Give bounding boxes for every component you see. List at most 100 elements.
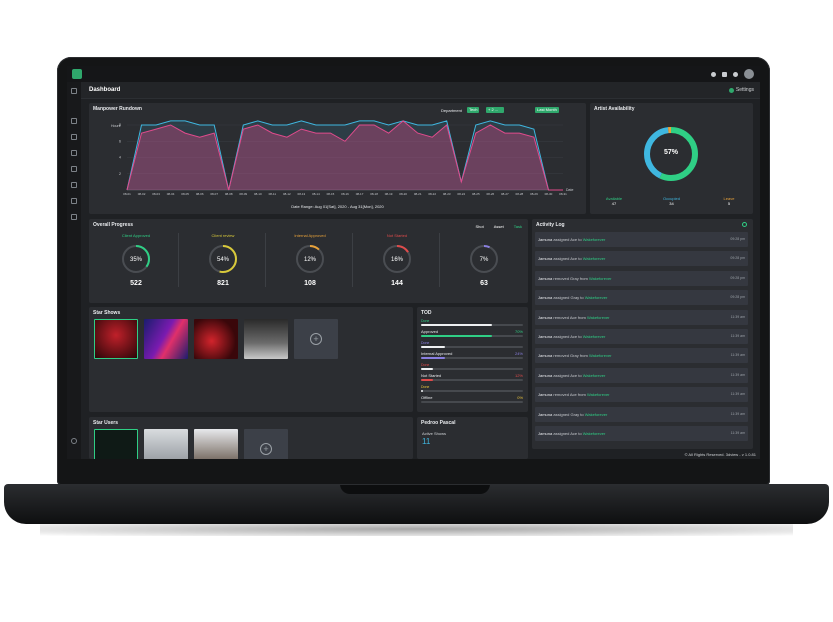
activity-log-text: Jamuna removed Gray from Wakeforever [538, 276, 612, 281]
log-target[interactable]: Wakeforever [589, 276, 612, 281]
log-target[interactable]: Wakeforever [589, 353, 612, 358]
log-action: assigned [553, 431, 570, 436]
top-bar-icons [711, 69, 754, 79]
show-thumbnail[interactable] [94, 319, 138, 359]
progress-item: Client Approved 35% 522 [93, 233, 179, 297]
log-item: Gray [570, 411, 580, 417]
activity-log-time: 11:39 am [730, 431, 745, 435]
tod-status-fill [421, 357, 446, 359]
activity-log-row[interactable]: Jamuna assigned Gray to Wakeforever 11:39… [535, 406, 748, 422]
date-range-button[interactable]: Last Month [535, 107, 559, 113]
log-action: assigned [553, 295, 570, 301]
show-thumbnail[interactable] [144, 319, 188, 359]
log-item: Gray [570, 295, 580, 301]
activity-log-row[interactable]: Jamuna assigned Ace to Wakeforever 09:28 … [535, 251, 748, 267]
settings-button[interactable]: Settings [728, 87, 754, 93]
home-icon[interactable] [71, 88, 77, 94]
y-tick-label: 2 [119, 172, 121, 176]
tab-shot[interactable]: Shot [476, 224, 484, 229]
x-tick-label: 08-09 [239, 192, 247, 196]
log-action: assigned [553, 237, 570, 242]
activity-log-row[interactable]: Jamuna removed Gray from Wakeforever 09:2… [535, 270, 748, 286]
stat-leave: Leave 5 [709, 196, 749, 206]
show-thumbnail[interactable] [244, 319, 288, 359]
x-tick-label: 08-31 [559, 192, 567, 196]
activity-log-row[interactable]: Jamuna assigned Ace to Wakeforever 11:39 … [535, 329, 748, 344]
filter-chip[interactable]: + 2 ... [486, 107, 504, 113]
log-target[interactable]: Wakeforever [583, 256, 606, 261]
activity-log-row[interactable]: Jamuna assigned Ace to Wakeforever 09:28 … [535, 232, 748, 247]
monitor-icon[interactable] [71, 118, 77, 124]
log-prep: to [580, 411, 584, 417]
log-target[interactable]: Wakeforever [583, 334, 606, 339]
log-target[interactable]: Wakeforever [585, 412, 608, 417]
log-target[interactable]: Wakeforever [587, 315, 610, 320]
progress-ring: 12% [296, 245, 324, 273]
add-user-button[interactable]: + [244, 429, 288, 459]
activity-log-time: 11:39 am [730, 353, 745, 358]
list-icon[interactable] [71, 182, 77, 188]
log-item: Ace [569, 314, 577, 320]
grid-icon[interactable] [722, 71, 727, 77]
tod-progress-bar [421, 324, 523, 326]
log-item: Ace [570, 256, 578, 262]
page-title: Dashboard [89, 87, 121, 93]
chart-icon[interactable] [71, 198, 77, 204]
progress-percent: 35% [130, 257, 143, 263]
filter-chip[interactable]: Tech [467, 107, 480, 113]
log-target[interactable]: Wakeforever [585, 295, 608, 300]
bell-icon[interactable] [733, 71, 738, 77]
y-tick-label: 4 [119, 156, 121, 160]
activity-log-text: Jamuna assigned Ace to Wakeforever [538, 334, 605, 339]
activity-log-row[interactable]: Jamuna removed Ace from Wakeforever 11:39… [535, 309, 748, 325]
activity-log-text: Jamuna removed Gray from Wakeforever [538, 353, 612, 358]
activity-log-row[interactable]: Jamuna removed Ace from Wakeforever 11:39… [535, 387, 748, 403]
log-item: Ace [570, 372, 578, 378]
help-icon[interactable] [71, 438, 77, 444]
tab-task[interactable]: Task [514, 224, 522, 229]
activity-log-row[interactable]: Jamuna assigned Gray to Wakeforever 09:28… [535, 290, 748, 306]
app-logo[interactable] [72, 69, 82, 79]
x-tick-label: 08-16 [341, 192, 349, 196]
stat-value: 34 [669, 201, 674, 206]
show-thumbnail[interactable] [194, 319, 238, 359]
image-icon[interactable] [71, 166, 77, 172]
activity-log-row[interactable]: Jamuna assigned Ace to Wakeforever 11:39 … [535, 367, 748, 383]
activity-log-panel: Activity Log Jamuna assigned Ace to Wake… [532, 219, 753, 449]
notification-icon[interactable] [711, 71, 716, 77]
tab-asset[interactable]: Asset [494, 224, 504, 229]
tod-percent: 70% [514, 329, 523, 334]
user-thumbnail[interactable] [194, 429, 238, 459]
log-target[interactable]: Wakeforever [583, 373, 606, 378]
log-actor: Jamuna [538, 411, 553, 417]
panel-title: Overall Progress [93, 222, 134, 228]
tod-line: Not Started 12% [421, 373, 523, 378]
log-target[interactable]: Wakeforever [583, 237, 606, 242]
log-target[interactable]: Wakeforever [583, 431, 606, 436]
progress-tabs: Shot Asset Task [476, 224, 522, 229]
progress-percent: 16% [391, 257, 404, 263]
log-item: Ace [570, 431, 578, 436]
people-icon[interactable] [71, 214, 77, 220]
panel-title: Artist Availability [594, 106, 635, 112]
tod-sub-label: Done [421, 341, 430, 345]
activity-log-row[interactable]: Jamuna removed Gray from Wakeforever 11:3… [535, 348, 748, 364]
user-thumbnail[interactable] [144, 429, 188, 459]
donut-center-value: 57% [663, 149, 678, 156]
log-target[interactable]: Wakeforever [587, 392, 610, 397]
x-tick-label: 08-02 [138, 192, 146, 196]
user-thumbnail[interactable] [94, 429, 138, 459]
log-action: assigned [553, 334, 570, 339]
artist-availability-panel: Artist Availability 57% Available 47 Occ… [590, 103, 753, 214]
activity-log-row[interactable]: Jamuna assigned Ace to Wakeforever 11:39 … [535, 426, 748, 441]
user-avatar[interactable] [744, 69, 754, 79]
add-show-button[interactable]: + [294, 319, 338, 359]
refresh-icon[interactable] [742, 222, 747, 227]
activity-log-text: Jamuna assigned Ace to Wakeforever [538, 237, 605, 242]
folder-icon[interactable] [71, 134, 77, 140]
x-tick-label: 08-13 [298, 192, 306, 196]
leaf-icon[interactable] [71, 150, 77, 156]
x-tick-label: 08-17 [356, 192, 364, 196]
progress-label: Client review [211, 233, 235, 238]
log-actor: Jamuna [538, 314, 553, 320]
